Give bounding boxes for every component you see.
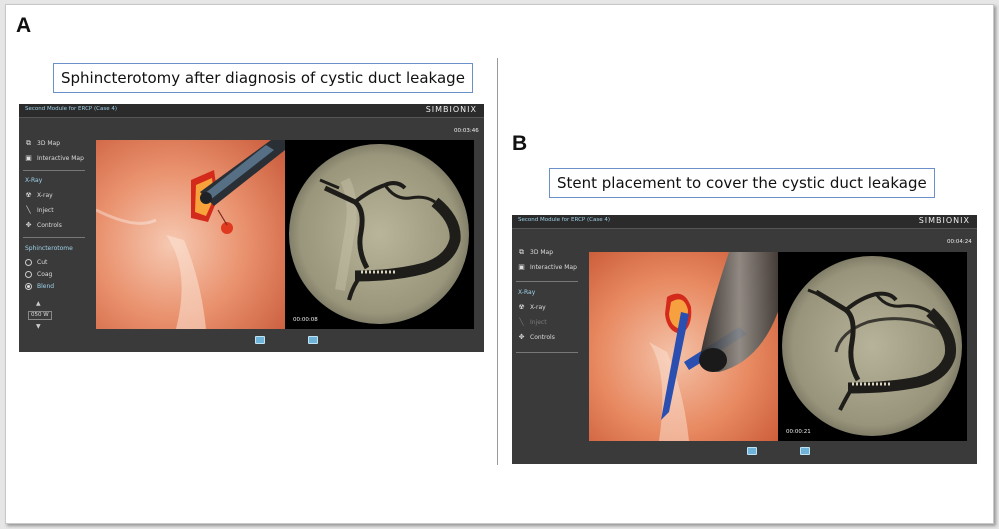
mode-label: Coag	[37, 271, 53, 278]
menu-label: Interactive Map	[37, 155, 84, 162]
menu-label: Interactive Map	[530, 264, 577, 271]
menu-label: Inject	[37, 207, 54, 214]
menu-controls[interactable]: ✥ Controls	[518, 333, 555, 342]
xray-section-title: X-Ray	[518, 289, 536, 296]
video-timer: 00:00:08	[293, 317, 318, 323]
menu-inject[interactable]: ╲ Inject	[518, 318, 547, 327]
xray-image	[289, 144, 469, 324]
menu-controls[interactable]: ✥ Controls	[25, 221, 62, 230]
session-timer: 00:04:24	[947, 239, 972, 245]
divider	[23, 170, 85, 171]
menu-label: X-ray	[530, 304, 546, 311]
endoscopic-image	[589, 252, 778, 441]
brand-logo: SIMBIONIX	[918, 216, 970, 225]
panel-divider	[497, 58, 498, 465]
caption-a: Sphincterotomy after diagnosis of cystic…	[53, 63, 473, 93]
sphincterotome-section-title: Sphincterotome	[25, 245, 73, 252]
panel-label-a: A	[16, 14, 32, 37]
divider	[516, 281, 578, 282]
fluoroscopy-view: 00:00:21	[778, 252, 967, 441]
menu-interactive-map[interactable]: ▣ Interactive Map	[518, 263, 577, 272]
title-bar: Second Module for ERCP (Case 4) SIMBIONI…	[512, 215, 977, 229]
capture-endoscopy-button[interactable]	[255, 336, 265, 344]
video-timer: 00:00:21	[786, 429, 811, 435]
power-value: 050 W	[28, 311, 52, 320]
xray-icon: ☢	[25, 191, 32, 199]
power-up-arrow-icon[interactable]: ▲	[36, 300, 41, 307]
menu-xray[interactable]: ☢ X-ray	[25, 191, 53, 200]
xray-icon: ☢	[518, 303, 525, 311]
radio-icon	[25, 271, 32, 278]
capture-xray-button[interactable]	[308, 336, 318, 344]
simulator-window-a: Second Module for ERCP (Case 4) SIMBIONI…	[19, 104, 484, 352]
menu-label: X-ray	[37, 192, 53, 199]
capture-endoscopy-button[interactable]	[747, 447, 757, 455]
caption-b: Stent placement to cover the cystic duct…	[549, 168, 935, 198]
sidebar: ⧉ 3D Map ▣ Interactive Map X-Ray ☢ X-ray…	[19, 118, 91, 352]
menu-label: Controls	[37, 222, 62, 229]
title-bar: Second Module for ERCP (Case 4) SIMBIONI…	[19, 104, 484, 118]
menu-interactive-map[interactable]: ▣ Interactive Map	[25, 154, 84, 163]
endoscopic-view	[96, 140, 285, 329]
divider	[516, 352, 578, 353]
map-3d-icon: ⧉	[519, 248, 524, 256]
capture-xray-button[interactable]	[800, 447, 810, 455]
radio-icon	[25, 259, 32, 266]
sidebar: ⧉ 3D Map ▣ Interactive Map X-Ray ☢ X-ray…	[512, 229, 584, 464]
menu-label: 3D Map	[37, 140, 61, 147]
divider	[23, 237, 85, 238]
window-title: Second Module for ERCP (Case 4)	[518, 217, 610, 223]
power-down-arrow-icon[interactable]: ▼	[36, 323, 41, 330]
controls-icon: ✥	[25, 221, 32, 229]
fluoroscopy-view: 00:00:08	[285, 140, 474, 329]
menu-3d-map[interactable]: ⧉ 3D Map	[25, 139, 61, 148]
xray-image	[782, 256, 962, 436]
panel-label-b: B	[512, 132, 528, 155]
endoscopic-view	[589, 252, 778, 441]
menu-label: Controls	[530, 334, 555, 341]
mode-label: Blend	[37, 283, 55, 290]
inject-icon: ╲	[519, 318, 524, 326]
mode-blend[interactable]: Blend	[25, 283, 54, 290]
endoscopic-image	[96, 140, 285, 329]
mode-coag[interactable]: Coag	[25, 271, 52, 278]
brand-logo: SIMBIONIX	[425, 105, 477, 114]
interactive-map-icon: ▣	[25, 154, 32, 162]
menu-xray[interactable]: ☢ X-ray	[518, 303, 546, 312]
inject-icon: ╲	[26, 206, 31, 214]
xray-section-title: X-Ray	[25, 177, 43, 184]
map-3d-icon: ⧉	[26, 139, 31, 147]
mode-label: Cut	[37, 259, 48, 266]
controls-icon: ✥	[518, 333, 525, 341]
menu-label: Inject	[530, 319, 547, 326]
mode-cut[interactable]: Cut	[25, 259, 47, 266]
simulator-window-b: Second Module for ERCP (Case 4) SIMBIONI…	[512, 215, 977, 464]
menu-label: 3D Map	[530, 249, 554, 256]
radio-selected-icon	[25, 283, 32, 290]
interactive-map-icon: ▣	[518, 263, 525, 271]
menu-3d-map[interactable]: ⧉ 3D Map	[518, 248, 554, 257]
session-timer: 00:03:46	[454, 128, 479, 134]
menu-inject[interactable]: ╲ Inject	[25, 206, 54, 215]
window-title: Second Module for ERCP (Case 4)	[25, 106, 117, 112]
